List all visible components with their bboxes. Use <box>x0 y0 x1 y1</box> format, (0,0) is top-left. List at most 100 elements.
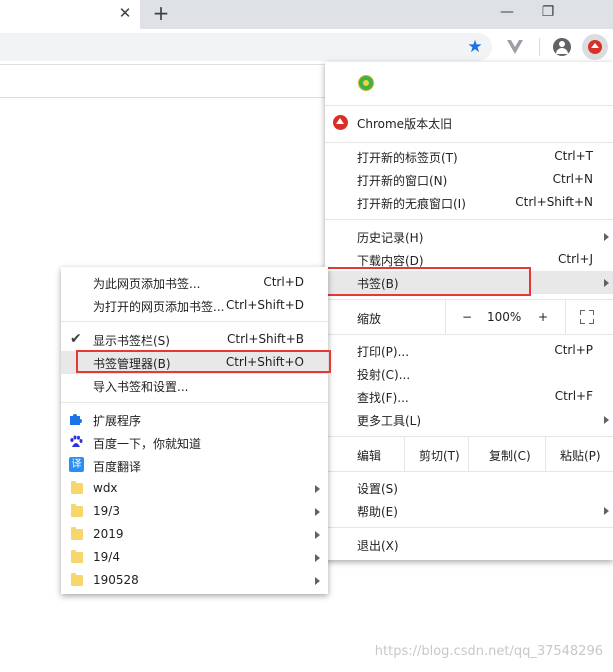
submenu-separator <box>61 321 328 322</box>
zoom-out-button[interactable]: − <box>462 310 472 324</box>
menu-item-label: 打开新的无痕窗口(I) <box>357 197 466 211</box>
chrome-main-menu: Chrome版本太旧 打开新的标签页(T) Ctrl+T 打开新的窗口(N) C… <box>325 62 613 560</box>
menu-item-incognito[interactable]: 打开新的无痕窗口(I) Ctrl+Shift+N <box>325 191 613 214</box>
bookmark-star-icon[interactable]: ★ <box>465 37 485 57</box>
menu-separator <box>325 471 613 472</box>
bookmark-baidu-translate[interactable]: 译 百度翻译 <box>61 454 328 477</box>
bookmark-folder[interactable]: 190528 <box>61 569 328 592</box>
submenu-item-shortcut: Ctrl+D <box>263 275 304 289</box>
menu-item-update[interactable]: Chrome版本太旧 <box>325 111 613 134</box>
extension-icon[interactable] <box>358 75 374 91</box>
submenu-arrow-icon <box>604 233 609 241</box>
menu-item-shortcut: Ctrl+N <box>552 172 593 186</box>
paste-button[interactable]: 粘贴(P) <box>545 437 613 471</box>
edit-row: 编辑 剪切(T) 复制(C) 粘贴(P) <box>325 437 613 471</box>
menu-separator <box>325 142 613 143</box>
submenu-arrow-icon <box>315 577 320 585</box>
menu-item-label: 帮助(E) <box>357 505 398 519</box>
tab-strip: ✕ + — ❐ <box>0 0 613 29</box>
menu-separator <box>325 219 613 220</box>
submenu-arrow-icon <box>315 554 320 562</box>
submenu-arrow-icon <box>315 508 320 516</box>
bookmark-folder[interactable]: 19/3 <box>61 500 328 523</box>
submenu-arrow-icon <box>604 507 609 515</box>
bookmark-folder[interactable]: 2019 <box>61 523 328 546</box>
submenu-item-add-page[interactable]: 为此网页添加书签... Ctrl+D <box>61 271 328 294</box>
folder-icon <box>71 573 83 586</box>
profile-avatar-icon[interactable] <box>553 38 571 56</box>
copy-label: 复制(C) <box>489 449 531 463</box>
bookmark-extensions[interactable]: 扩展程序 <box>61 408 328 431</box>
menu-separator <box>325 527 613 528</box>
menu-separator <box>325 334 613 335</box>
puzzle-icon <box>70 414 82 425</box>
menu-item-find[interactable]: 查找(F)... Ctrl+F <box>325 385 613 408</box>
folder-icon <box>71 550 83 563</box>
bookmark-label: 百度一下，你就知道 <box>93 437 202 451</box>
bookmark-folder[interactable]: wdx <box>61 477 328 500</box>
menu-item-label: 设置(S) <box>357 482 398 496</box>
menu-item-label: 打开新的标签页(T) <box>357 151 458 165</box>
menu-item-history[interactable]: 历史记录(H) <box>325 225 613 248</box>
submenu-item-show-bookmarks-bar[interactable]: ✔ 显示书签栏(S) Ctrl+Shift+B <box>61 328 328 351</box>
submenu-item-label: 为此网页添加书签... <box>93 277 201 291</box>
submenu-item-shortcut: Ctrl+Shift+D <box>226 298 304 312</box>
submenu-arrow-icon <box>604 279 609 287</box>
bookmark-manager-highlight-box <box>76 350 331 373</box>
menu-item-help[interactable]: 帮助(E) <box>325 499 613 522</box>
submenu-arrow-icon <box>315 485 320 493</box>
menu-item-exit[interactable]: 退出(X) <box>325 533 613 556</box>
active-tab[interactable]: ✕ <box>0 0 140 29</box>
update-warning-icon <box>333 115 348 130</box>
menu-item-label: 查找(F)... <box>357 391 409 405</box>
submenu-item-import[interactable]: 导入书签和设置... <box>61 374 328 397</box>
menu-item-label: 打印(P)... <box>357 345 410 359</box>
fullscreen-button[interactable] <box>565 300 613 334</box>
new-tab-icon[interactable]: + <box>151 3 171 24</box>
zoom-in-button[interactable]: + <box>538 310 548 324</box>
copy-button[interactable]: 复制(C) <box>468 437 546 471</box>
cut-button[interactable]: 剪切(T) <box>404 437 469 471</box>
submenu-arrow-icon <box>604 416 609 424</box>
menu-item-label: 历史记录(H) <box>357 231 424 245</box>
chrome-menu-button[interactable] <box>582 34 608 60</box>
menu-item-label: 打开新的窗口(N) <box>357 174 448 188</box>
menu-item-shortcut: Ctrl+P <box>554 343 593 357</box>
zoom-level: 100% <box>487 310 522 324</box>
folder-icon <box>71 481 83 494</box>
folder-label: 190528 <box>93 573 139 587</box>
bookmark-baidu[interactable]: 百度一下，你就知道 <box>61 431 328 454</box>
menu-item-shortcut: Ctrl+Shift+N <box>515 195 593 209</box>
submenu-item-add-open-pages[interactable]: 为打开的网页添加书签... Ctrl+Shift+D <box>61 294 328 317</box>
menu-separator <box>325 105 613 106</box>
menu-item-cast[interactable]: 投射(C)... <box>325 362 613 385</box>
submenu-item-label: 显示书签栏(S) <box>93 334 170 348</box>
menu-item-settings[interactable]: 设置(S) <box>325 476 613 499</box>
menu-item-shortcut: Ctrl+F <box>554 389 593 403</box>
toolbar: ★ <box>0 29 613 65</box>
restore-icon[interactable]: ❐ <box>533 2 563 22</box>
submenu-item-shortcut: Ctrl+Shift+B <box>227 332 304 346</box>
bookmarks-highlight-box <box>321 267 531 296</box>
zoom-controls: − 100% + <box>445 300 566 334</box>
menu-item-shortcut: Ctrl+T <box>554 149 593 163</box>
submenu-arrow-icon <box>315 531 320 539</box>
minimize-icon[interactable]: — <box>492 2 522 22</box>
tab-close-icon[interactable]: ✕ <box>117 5 133 21</box>
bookmark-folder[interactable]: 19/4 <box>61 546 328 569</box>
address-bar[interactable]: ★ <box>0 33 492 61</box>
folder-icon <box>71 527 83 540</box>
menu-item-new-window[interactable]: 打开新的窗口(N) Ctrl+N <box>325 168 613 191</box>
folder-label: 19/4 <box>93 550 120 564</box>
folder-label: 19/3 <box>93 504 120 518</box>
watermark: https://blog.csdn.net/qq_37548296 <box>374 644 603 659</box>
menu-item-label: 投射(C)... <box>357 368 411 382</box>
baidu-paw-icon <box>70 435 83 447</box>
translate-icon: 译 <box>69 457 84 472</box>
extension-v-icon[interactable] <box>505 37 525 57</box>
menu-item-more-tools[interactable]: 更多工具(L) <box>325 408 613 431</box>
submenu-separator <box>61 402 328 403</box>
menu-item-new-tab[interactable]: 打开新的标签页(T) Ctrl+T <box>325 145 613 168</box>
submenu-item-label: 导入书签和设置... <box>93 380 189 394</box>
menu-item-print[interactable]: 打印(P)... Ctrl+P <box>325 339 613 362</box>
